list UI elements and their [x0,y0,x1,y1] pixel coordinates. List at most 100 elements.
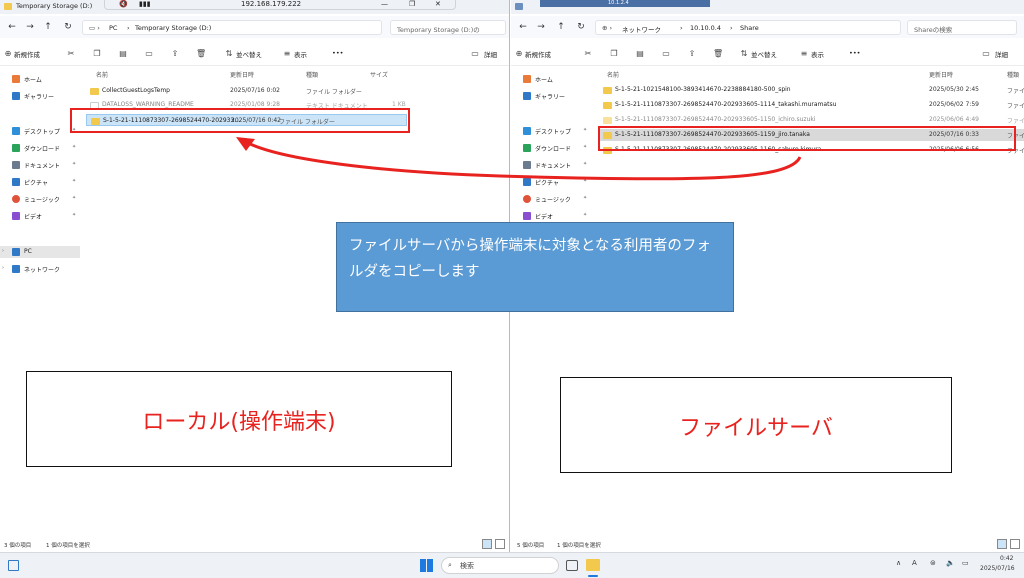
pin-icon: ✦ [72,127,77,133]
sidebar-item-home[interactable]: ホーム [511,73,591,85]
column-header-type[interactable]: 種類 [306,70,318,79]
view-button[interactable]: 表示 [294,49,307,59]
sort-button[interactable]: 並べ替え [236,49,262,59]
breadcrumb-share[interactable]: Share [740,24,759,32]
details-view-icon[interactable] [997,539,1007,549]
rename-icon[interactable]: ▭ [661,49,671,59]
cut-icon[interactable]: ✂ [583,49,593,59]
details-pane-icon: ▭ [982,49,990,58]
show-desktop-icon[interactable] [8,560,19,571]
sidebar-item-desktop[interactable]: デスクトップ ✦ [511,125,591,137]
list-item[interactable]: S-1-5-21-1021548100-3893414670-223888418… [599,84,1024,96]
music-icon [12,195,20,203]
sidebar-item-gallery[interactable]: ギャラリー [0,90,80,102]
column-header-date[interactable]: 更新日時 [230,70,254,79]
sidebar-item-documents[interactable]: ドキュメント ✦ [511,159,591,171]
sort-button[interactable]: 並べ替え [751,49,777,59]
refresh-icon[interactable]: ↻ [575,21,587,33]
list-item-selected[interactable]: S-1-5-21-1110873307-2698524470-202933...… [86,114,407,126]
refresh-icon[interactable]: ↻ [62,21,74,33]
network-status-icon[interactable]: ⊜ [930,559,936,567]
sidebar-item-music[interactable]: ミュージック ✦ [511,193,591,205]
back-arrow-icon[interactable]: ← [517,21,529,33]
forward-arrow-icon[interactable]: → [535,21,547,33]
list-item[interactable]: S-1-5-21-1110873307-2698524470-202933605… [599,99,1024,111]
details-view-icon[interactable] [482,539,492,549]
pictures-icon [523,178,531,186]
sidebar-item-pictures[interactable]: ピクチャ ✦ [0,176,80,188]
search-placeholder: Shareの検索 [914,26,953,34]
search-input[interactable]: Temporary Storage (D:)の [390,20,506,35]
clock-date[interactable]: 2025/07/16 [980,565,1015,572]
more-button[interactable]: ••• [332,49,344,57]
chevron-up-icon[interactable]: ∧ [896,559,901,567]
list-item[interactable]: CollectGuestLogsTemp 2025/07/16 0:02 ファイ… [86,85,509,97]
sidebar-item-desktop[interactable]: デスクトップ ✦ [0,125,80,137]
new-button[interactable]: 新規作成 [525,49,551,59]
sidebar-item-videos[interactable]: ビデオ ✦ [0,210,80,222]
details-button[interactable]: 詳細 [484,49,497,59]
up-arrow-icon[interactable]: ↑ [555,21,567,33]
view-button[interactable]: 表示 [811,49,824,59]
breadcrumb[interactable]: ▭ › PC › Temporary Storage (D:) [82,20,382,35]
share-icon[interactable]: ⇪ [170,49,180,59]
list-item[interactable]: S-1-5-21-1110873307-2698524470-202933605… [599,114,1024,126]
sidebar-item-videos[interactable]: ビデオ ✦ [511,210,591,222]
search-input[interactable]: Shareの検索 [907,20,1017,35]
delete-icon[interactable]: 🗑 [713,49,723,59]
tiles-view-icon[interactable] [495,539,505,549]
breadcrumb-drive[interactable]: Temporary Storage (D:) [135,24,211,32]
selected-count: 1 個の項目を選択 [46,543,90,549]
network-icon [12,265,20,273]
paste-icon[interactable]: ▤ [635,49,645,59]
paste-icon[interactable]: ▤ [118,49,128,59]
new-button[interactable]: 新規作成 [14,49,40,59]
sidebar-item-music[interactable]: ミュージック ✦ [0,193,80,205]
copy-icon[interactable]: ❐ [92,49,102,59]
list-item[interactable]: S-1-5-21-1110873307-2698524470-202933605… [599,144,1024,156]
sidebar-item-home[interactable]: ホーム [0,73,80,85]
forward-arrow-icon[interactable]: → [24,21,36,33]
details-button[interactable]: 詳細 [995,49,1008,59]
up-arrow-icon[interactable]: ↑ [42,21,54,33]
list-item[interactable]: DATALOSS_WARNING_README 2025/01/08 9:28 … [86,99,509,111]
sidebar-item-downloads[interactable]: ダウンロード ✦ [511,142,591,154]
file-explorer-icon[interactable] [586,559,600,571]
delete-icon[interactable]: 🗑 [196,49,206,59]
clock-time[interactable]: 0:42 [1000,555,1013,562]
more-button[interactable]: ••• [849,49,861,57]
sidebar-item-pc[interactable]: › PC [0,246,80,258]
copy-icon[interactable]: ❐ [609,49,619,59]
restore-icon[interactable]: ❐ [409,0,415,8]
column-header-name[interactable]: 名前 [96,70,108,79]
breadcrumb-host[interactable]: 10.10.0.4 [690,24,721,32]
battery-icon[interactable]: ▭ [962,559,969,567]
volume-icon[interactable]: 🔈 [946,559,955,567]
tiles-view-icon[interactable] [1010,539,1020,549]
cut-icon[interactable]: ✂ [66,49,76,59]
sidebar-item-pictures[interactable]: ピクチャ ✦ [511,176,591,188]
sidebar-item-documents[interactable]: ドキュメント ✦ [0,159,80,171]
rename-icon[interactable]: ▭ [144,49,154,59]
breadcrumb-network[interactable]: ネットワーク [622,24,661,34]
share-icon[interactable]: ⇪ [687,49,697,59]
column-header-date[interactable]: 更新日時 [929,70,953,79]
task-view-icon[interactable] [566,560,578,571]
sidebar-item-gallery[interactable]: ギャラリー [511,90,591,102]
minimize-icon[interactable]: — [381,0,388,8]
close-icon[interactable]: ✕ [435,0,441,8]
sidebar-item-network[interactable]: › ネットワーク [0,263,80,275]
pin-icon: ✦ [583,178,588,184]
column-header-name[interactable]: 名前 [607,70,619,79]
column-header-type[interactable]: 種類 [1007,70,1019,79]
mute-icon[interactable]: 🔇 [119,0,128,8]
breadcrumb-pc[interactable]: PC [109,24,117,32]
list-item-selected[interactable]: S-1-5-21-1110873307-2698524470-202933605… [599,129,1024,141]
column-header-size[interactable]: サイズ [370,70,388,79]
back-arrow-icon[interactable]: ← [6,21,18,33]
taskbar-search-input[interactable]: ⌕ 検索 [441,557,559,574]
breadcrumb[interactable]: ⊕ › ネットワーク › 10.10.0.4 › Share [595,20,901,35]
start-icon[interactable] [420,559,433,572]
sidebar-item-downloads[interactable]: ダウンロード ✦ [0,142,80,154]
ime-indicator[interactable]: A [912,559,917,567]
